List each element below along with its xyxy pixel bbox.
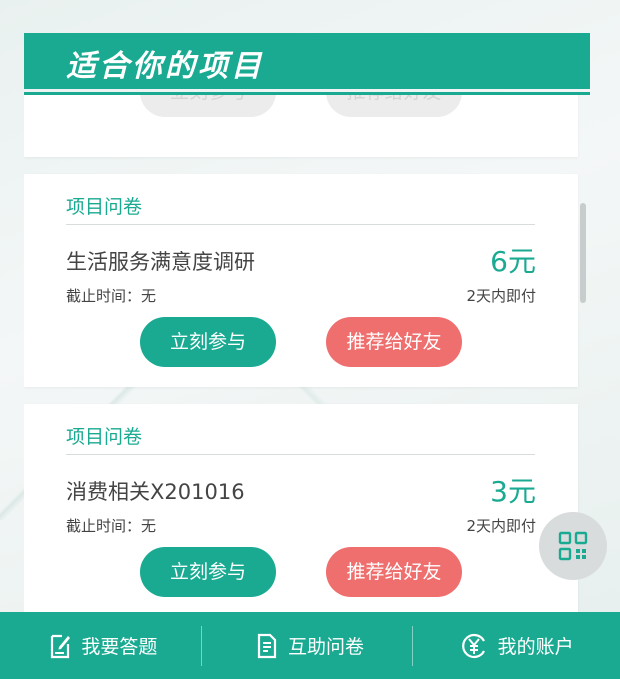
section-title: 适合你的项目 (66, 49, 264, 84)
card-divider (66, 224, 535, 225)
section-header: 适合你的项目 (24, 33, 590, 89)
project-card-partial: 立刻参与 推荐给好友 (24, 95, 578, 157)
recommend-button[interactable]: 推荐给好友 (326, 95, 462, 117)
card-category: 项目问卷 (66, 196, 143, 218)
survey-document-icon (257, 633, 277, 658)
nav-divider (201, 626, 202, 666)
qr-code-icon (558, 531, 588, 561)
nav-label: 我要答题 (81, 636, 158, 658)
qr-code-button[interactable] (539, 512, 607, 580)
scrollbar-thumb[interactable] (580, 203, 586, 303)
card-deadline: 截止时间：无 (66, 517, 157, 535)
nav-my-account[interactable]: 我的账户 (413, 612, 620, 679)
bottom-navigation: 我要答题 互助问卷 我的账户 (0, 612, 620, 679)
project-card: 项目问卷 消费相关X201016 3元 截止时间：无 2天内即付 立刻参与 推荐… (24, 404, 578, 612)
edit-document-icon (51, 634, 71, 658)
card-title: 消费相关X201016 (66, 480, 245, 504)
nav-label: 我的账户 (497, 636, 574, 658)
card-divider (66, 454, 535, 455)
card-payment-terms: 2天内即付 (466, 517, 536, 535)
card-payment-terms: 2天内即付 (466, 287, 536, 305)
recommend-button[interactable]: 推荐给好友 (326, 317, 462, 367)
card-title: 生活服务满意度调研 (66, 250, 255, 274)
join-button[interactable]: 立刻参与 (140, 547, 276, 597)
card-deadline: 截止时间：无 (66, 287, 157, 305)
join-button[interactable]: 立刻参与 (140, 317, 276, 367)
card-category: 项目问卷 (66, 426, 143, 448)
join-button[interactable]: 立刻参与 (140, 95, 276, 117)
project-card: 项目问卷 生活服务满意度调研 6元 截止时间：无 2天内即付 立刻参与 推荐给好… (24, 174, 578, 387)
recommend-button[interactable]: 推荐给好友 (326, 547, 462, 597)
nav-mutual-surveys[interactable]: 互助问卷 (207, 612, 414, 679)
project-list[interactable]: 立刻参与 推荐给好友 项目问卷 生活服务满意度调研 6元 截止时间：无 2天内即… (24, 95, 584, 612)
nav-answer-questions[interactable]: 我要答题 (0, 612, 207, 679)
card-reward: 6元 (490, 245, 536, 278)
yuan-account-icon (461, 633, 485, 658)
nav-label: 互助问卷 (288, 636, 365, 658)
card-reward: 3元 (490, 475, 536, 508)
